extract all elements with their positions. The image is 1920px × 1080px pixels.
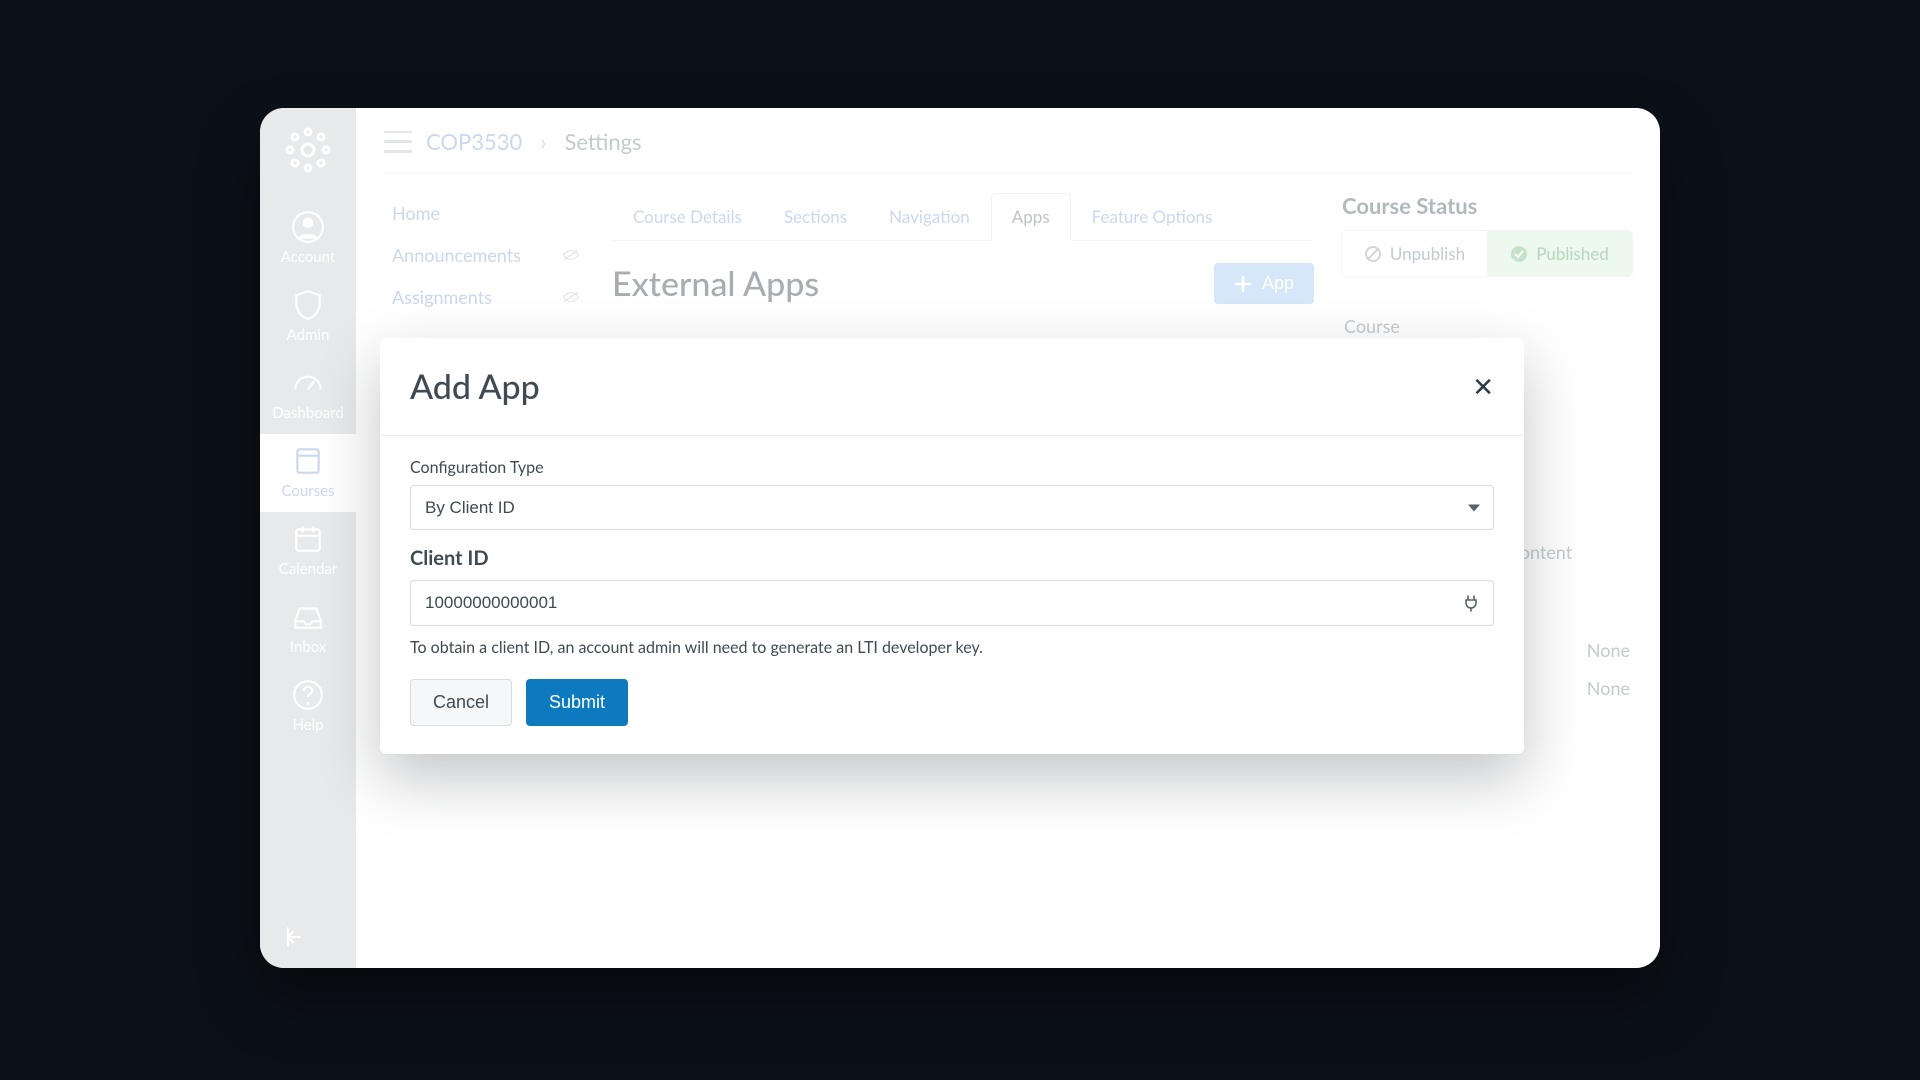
config-type-select[interactable]: By Client ID [410, 485, 1494, 530]
client-id-label: Client ID [410, 546, 1494, 570]
client-id-input[interactable] [410, 580, 1494, 626]
modal-close-button[interactable]: ✕ [1472, 374, 1494, 400]
close-icon: ✕ [1472, 372, 1494, 402]
app-window: Account Admin Dashboard Courses Calendar… [260, 108, 1660, 968]
modal-title: Add App [410, 366, 540, 407]
config-type-label: Configuration Type [410, 458, 1494, 477]
client-id-input-wrap [410, 580, 1494, 626]
client-id-hint: To obtain a client ID, an account admin … [410, 638, 1494, 657]
config-type-select-wrap: By Client ID [410, 485, 1494, 530]
submit-button[interactable]: Submit [526, 679, 628, 726]
plug-icon [1462, 594, 1480, 612]
modal-body: Configuration Type By Client ID Client I… [380, 436, 1524, 754]
cancel-button[interactable]: Cancel [410, 679, 512, 726]
modal-header: Add App ✕ [380, 338, 1524, 435]
modal-actions: Cancel Submit [410, 679, 1494, 726]
add-app-modal: Add App ✕ Configuration Type By Client I… [380, 338, 1524, 754]
